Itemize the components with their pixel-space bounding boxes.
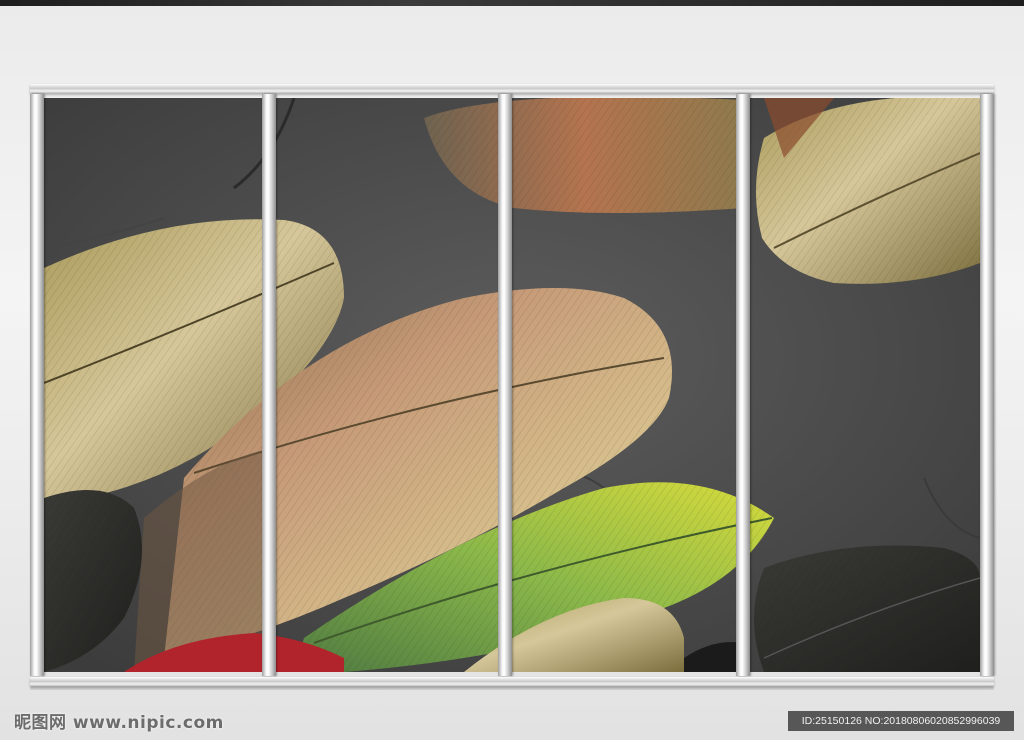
feather-artwork <box>44 98 980 672</box>
image-id-label: ID:25150126 NO:20180806020852996039 <box>788 711 1014 731</box>
panel-divider-2 <box>498 94 512 676</box>
rail-shadow <box>30 686 994 690</box>
panel-divider-left <box>30 94 44 676</box>
panel-divider-1 <box>262 94 276 676</box>
panel-divider-3 <box>736 94 750 676</box>
site-watermark: 昵图网 www.nipic.com <box>14 713 224 733</box>
top-frame-rail <box>30 84 994 94</box>
top-dark-band <box>0 0 1024 6</box>
feather-scene <box>44 98 980 672</box>
panel-divider-right <box>980 94 994 676</box>
